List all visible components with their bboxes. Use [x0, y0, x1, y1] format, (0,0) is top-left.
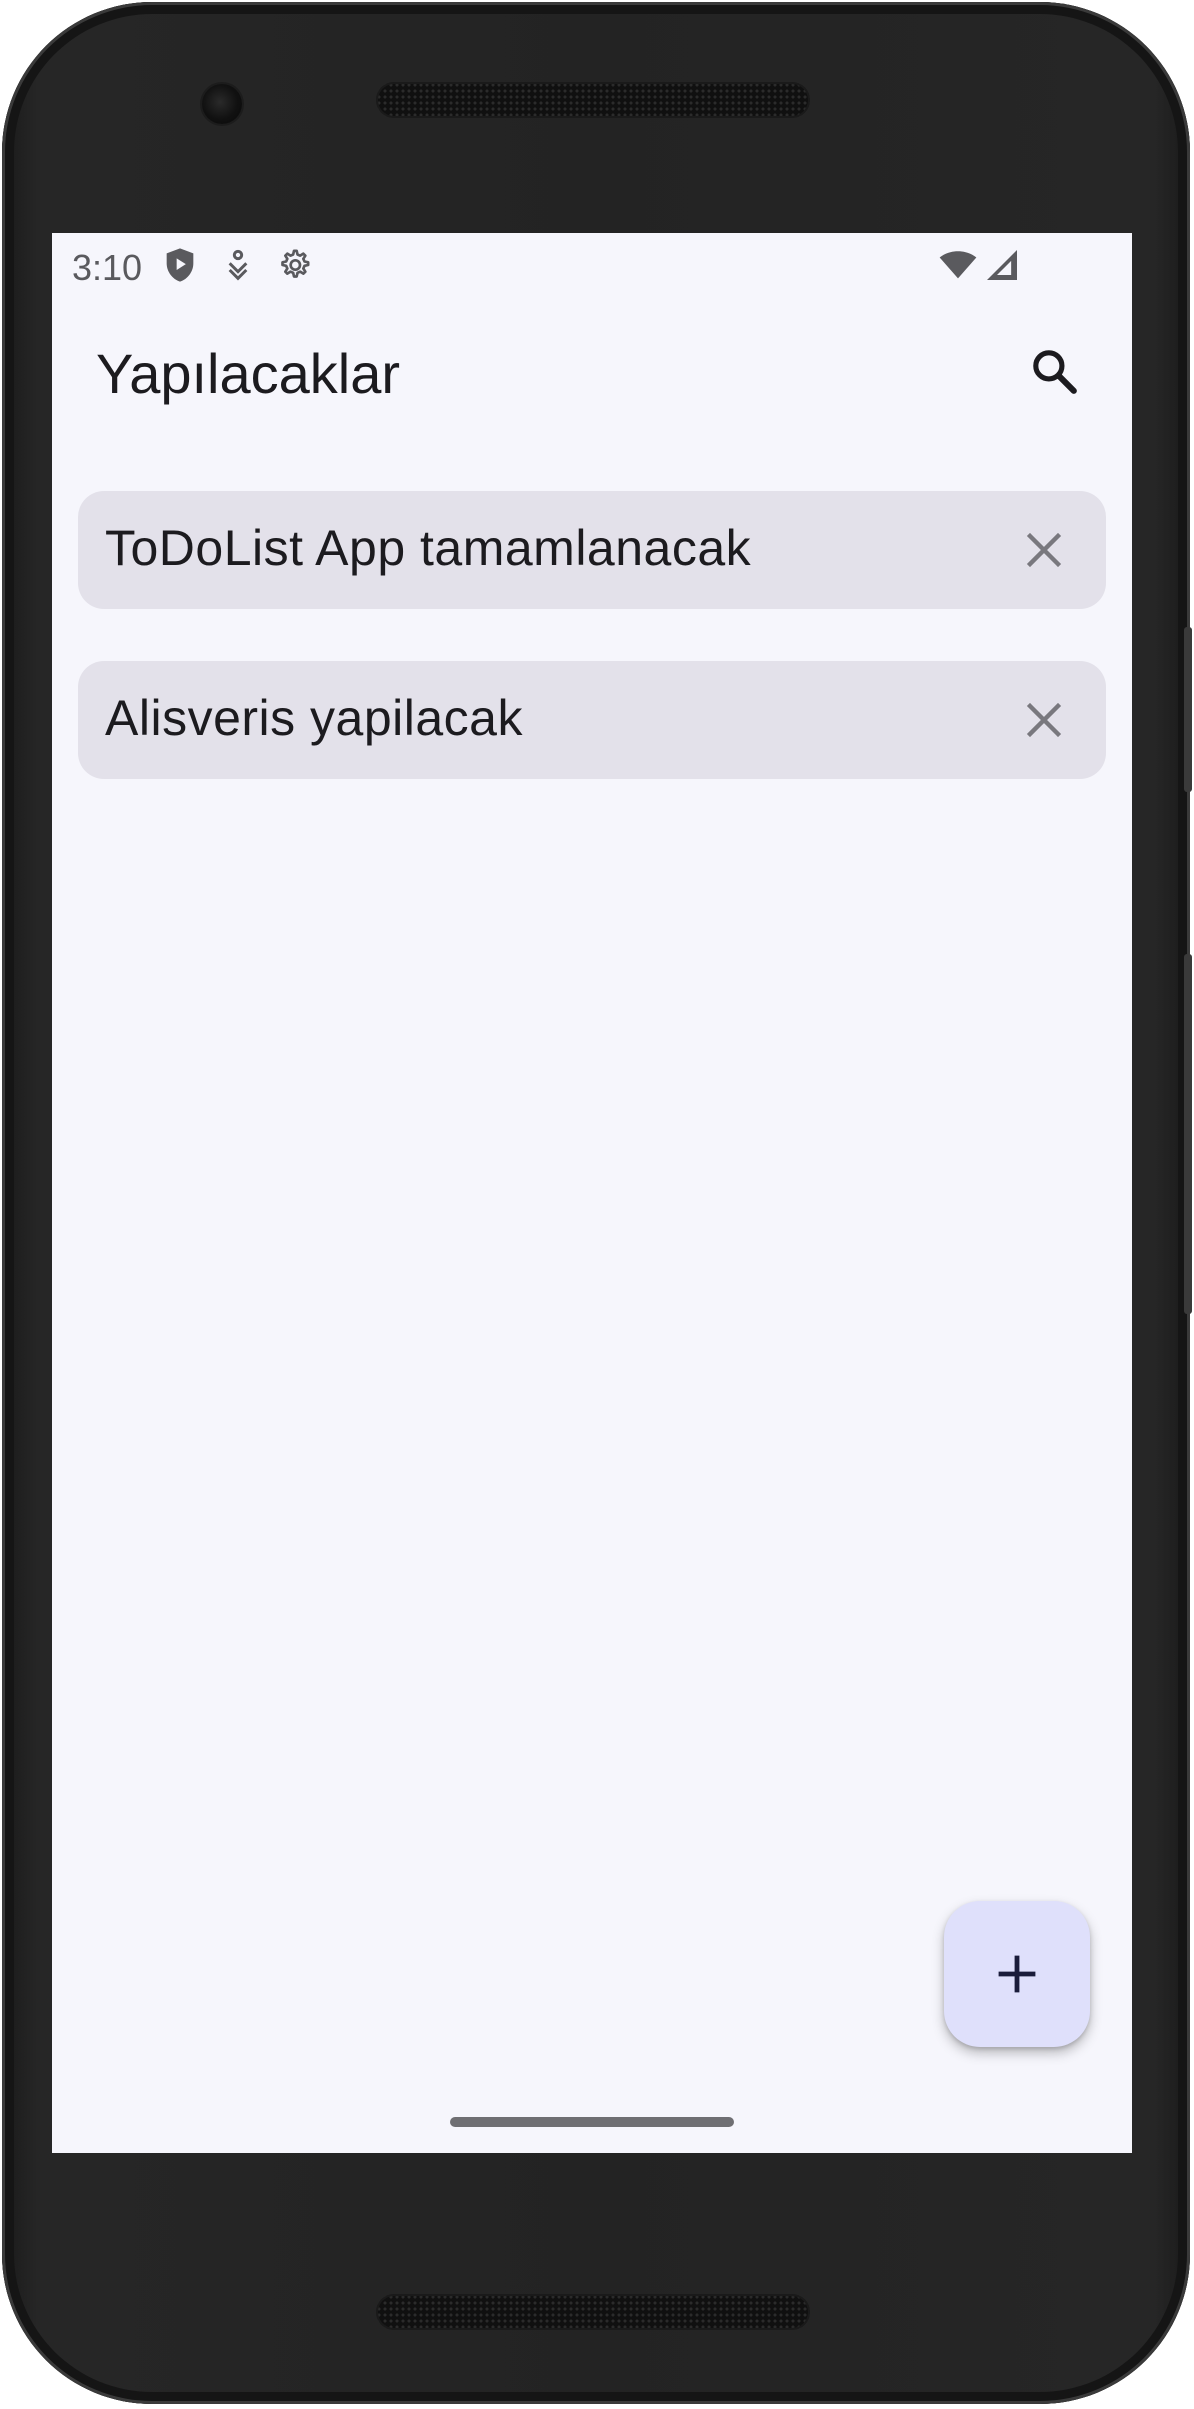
search-button[interactable]: [1018, 335, 1090, 407]
todo-list: ToDoList App tamamlanacak Alisveris yapi…: [78, 491, 1106, 831]
todo-text: Alisveris yapilacak: [105, 690, 523, 746]
settings-icon: [281, 249, 310, 278]
status-bar: 3:10: [52, 233, 1132, 299]
todo-item[interactable]: ToDoList App tamamlanacak: [78, 491, 1106, 609]
delete-todo-button[interactable]: [1008, 514, 1080, 586]
wifi-icon: [939, 251, 977, 279]
add-todo-button[interactable]: [944, 1901, 1090, 2047]
signal-icon: [987, 250, 1017, 280]
close-icon: [1026, 702, 1062, 738]
app-screen: 3:10 Yapılacaklar ToDoList App tamamlana…: [52, 233, 1132, 2153]
download-icon: [228, 249, 248, 281]
todo-text: ToDoList App tamamlanacak: [105, 520, 752, 576]
status-time: 3:10: [72, 247, 143, 288]
search-icon: [1033, 350, 1077, 394]
play-protect-icon: [166, 248, 194, 282]
bottom-speaker: [376, 2294, 810, 2330]
front-camera: [202, 84, 242, 124]
power-button: [1184, 627, 1192, 792]
app-toolbar: Yapılacaklar: [52, 299, 1132, 447]
close-icon: [1026, 532, 1062, 568]
delete-todo-button[interactable]: [1008, 684, 1080, 756]
page-title: Yapılacaklar: [96, 342, 401, 405]
todo-item[interactable]: Alisveris yapilacak: [78, 661, 1106, 779]
home-indicator[interactable]: [450, 2117, 734, 2127]
plus-icon: [998, 1955, 1036, 1993]
top-speaker: [376, 82, 810, 118]
volume-button: [1184, 954, 1192, 1314]
